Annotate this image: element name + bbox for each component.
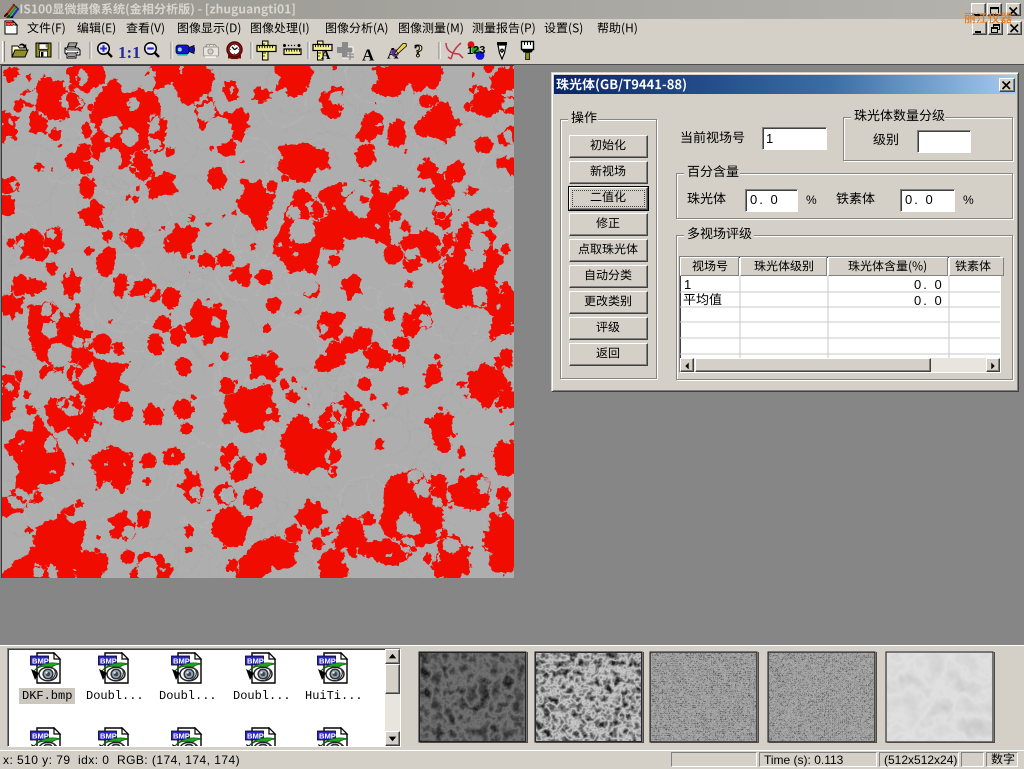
svg-text:?: ? xyxy=(414,41,423,61)
svg-text:1:1: 1:1 xyxy=(118,43,141,62)
svg-text:A: A xyxy=(362,46,375,65)
svg-text:DOC: DOC xyxy=(7,23,15,27)
svg-text:A: A xyxy=(321,47,331,62)
svg-text:3: 3 xyxy=(479,45,485,57)
